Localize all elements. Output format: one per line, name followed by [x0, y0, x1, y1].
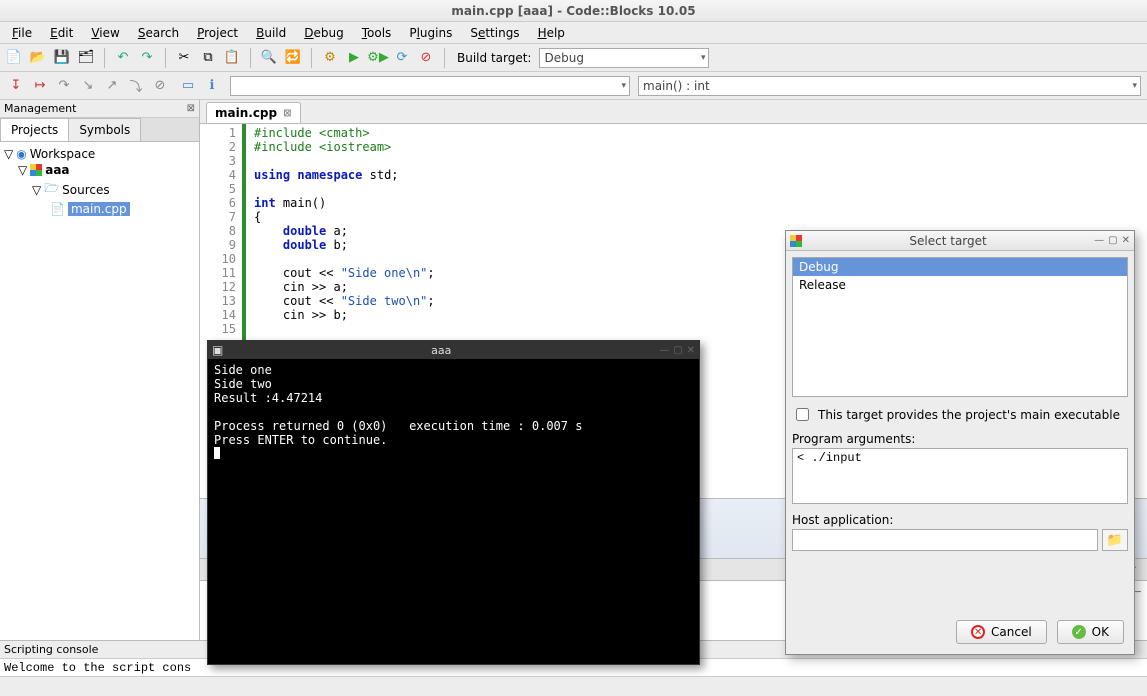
management-pane: Management ⊠ ProjectsSymbols ▽ ◉ Workspa…	[0, 100, 200, 640]
find-button[interactable]: 🔍	[259, 48, 279, 68]
menu-file[interactable]: File	[4, 24, 40, 42]
rebuild-button[interactable]: ⟳	[392, 48, 412, 68]
run-to-cursor-button[interactable]: ↦	[30, 76, 50, 96]
dialog-maximize-icon[interactable]: ▢	[1108, 235, 1117, 246]
menu-debug[interactable]: Debug	[296, 24, 351, 42]
dialog-icon	[790, 235, 802, 247]
symbol-combo[interactable]: main() : int	[638, 76, 1141, 96]
menu-plugins[interactable]: Plugins	[401, 24, 460, 42]
save-button[interactable]: 💾	[52, 48, 72, 68]
console-title: aaa	[223, 344, 659, 357]
copy-button[interactable]: ⧉	[198, 48, 218, 68]
paste-button[interactable]: 📋	[222, 48, 242, 68]
management-tab-symbols[interactable]: Symbols	[68, 118, 141, 141]
target-item-release[interactable]: Release	[793, 276, 1127, 294]
editor-tab-main[interactable]: main.cpp ⊠	[206, 102, 301, 123]
target-item-debug[interactable]: Debug	[793, 258, 1127, 276]
replace-button[interactable]: 🔁	[283, 48, 303, 68]
management-close-icon[interactable]: ⊠	[187, 103, 195, 114]
open-button[interactable]: 📂	[28, 48, 48, 68]
menu-build[interactable]: Build	[248, 24, 294, 42]
run-console-window: ▣ aaa — ▢ ✕ Side one Side two Result :4.…	[207, 340, 700, 665]
step-into-button[interactable]: ↘	[78, 76, 98, 96]
step-out-button[interactable]: ↗	[102, 76, 122, 96]
debug-windows-button[interactable]: ▭	[178, 76, 198, 96]
management-tab-projects[interactable]: Projects	[0, 118, 69, 141]
terminal-icon: ▣	[212, 343, 223, 357]
save-all-button[interactable]: 🗂	[76, 48, 96, 68]
window-titlebar: main.cpp [aaa] - Code::Blocks 10.05	[0, 0, 1147, 22]
select-target-dialog: Select target — ▢ ✕ DebugRelease This ta…	[785, 230, 1135, 655]
scope-combo[interactable]	[230, 76, 630, 96]
dialog-close-icon[interactable]: ✕	[1122, 235, 1130, 246]
menu-search[interactable]: Search	[130, 24, 187, 42]
target-listbox[interactable]: DebugRelease	[792, 257, 1128, 397]
console-titlebar[interactable]: ▣ aaa — ▢ ✕	[208, 341, 699, 359]
main-toolbar: 📄 📂 💾 🗂 ↶ ↷ ✂ ⧉ 📋 🔍 🔁 ⚙ ▶ ⚙▶ ⟳ ⊘ Build t…	[0, 44, 1147, 72]
console-minimize-icon[interactable]: —	[659, 345, 669, 356]
undo-button[interactable]: ↶	[113, 48, 133, 68]
host-application-label: Host application:	[792, 513, 1128, 527]
close-tab-icon[interactable]: ⊠	[283, 108, 291, 119]
host-application-input[interactable]	[792, 529, 1098, 551]
menu-edit[interactable]: Edit	[42, 24, 81, 42]
console-output[interactable]: Side one Side two Result :4.47214 Proces…	[208, 359, 699, 466]
management-title: Management	[4, 102, 76, 115]
tree-workspace[interactable]: ▽ ◉ Workspace	[4, 146, 195, 162]
main-executable-checkbox[interactable]	[796, 408, 809, 421]
cancel-icon: ✕	[971, 625, 985, 639]
build-button[interactable]: ⚙	[320, 48, 340, 68]
build-target-combo[interactable]: Debug	[539, 48, 709, 68]
dialog-title: Select target	[802, 234, 1094, 248]
build-run-button[interactable]: ⚙▶	[368, 48, 388, 68]
program-arguments-label: Program arguments:	[792, 432, 1128, 446]
menu-settings[interactable]: Settings	[462, 24, 527, 42]
dialog-minimize-icon[interactable]: —	[1094, 235, 1104, 246]
window-title: main.cpp [aaa] - Code::Blocks 10.05	[451, 4, 695, 18]
menu-help[interactable]: Help	[530, 24, 573, 42]
stop-debug-button[interactable]: ⊘	[150, 76, 170, 96]
next-instr-button[interactable]: ⤵	[126, 76, 146, 96]
info-button[interactable]: ℹ	[202, 76, 222, 96]
main-executable-label: This target provides the project's main …	[818, 408, 1120, 422]
debug-start-button[interactable]: ↧	[6, 76, 26, 96]
dialog-titlebar[interactable]: Select target — ▢ ✕	[786, 231, 1134, 251]
menu-project[interactable]: Project	[189, 24, 246, 42]
project-tree[interactable]: ▽ ◉ Workspace ▽ aaa ▽ 🗁 Sources 📄 main.c…	[0, 142, 199, 640]
build-target-label: Build target:	[457, 51, 531, 65]
redo-button[interactable]: ↷	[137, 48, 157, 68]
run-button[interactable]: ▶	[344, 48, 364, 68]
host-browse-button[interactable]: 📁	[1102, 529, 1128, 551]
new-file-button[interactable]: 📄	[4, 48, 24, 68]
console-close-icon[interactable]: ✕	[687, 345, 695, 356]
console-maximize-icon[interactable]: ▢	[673, 345, 682, 356]
menubar: FileEditViewSearchProjectBuildDebugTools…	[0, 22, 1147, 44]
ok-button[interactable]: ✓ OK	[1057, 620, 1124, 644]
ok-icon: ✓	[1072, 625, 1086, 639]
step-over-button[interactable]: ↷	[54, 76, 74, 96]
cancel-button[interactable]: ✕ Cancel	[956, 620, 1047, 644]
abort-button[interactable]: ⊘	[416, 48, 436, 68]
tree-file-main[interactable]: 📄 main.cpp	[4, 201, 195, 217]
program-arguments-input[interactable]	[792, 448, 1128, 504]
tree-project[interactable]: ▽ aaa	[4, 162, 195, 178]
debug-toolbar: ↧ ↦ ↷ ↘ ↗ ⤵ ⊘ ▭ ℹ main() : int	[0, 72, 1147, 100]
menu-view[interactable]: View	[83, 24, 127, 42]
cut-button[interactable]: ✂	[174, 48, 194, 68]
menu-tools[interactable]: Tools	[354, 24, 400, 42]
tree-folder-sources[interactable]: ▽ 🗁 Sources	[4, 178, 195, 201]
